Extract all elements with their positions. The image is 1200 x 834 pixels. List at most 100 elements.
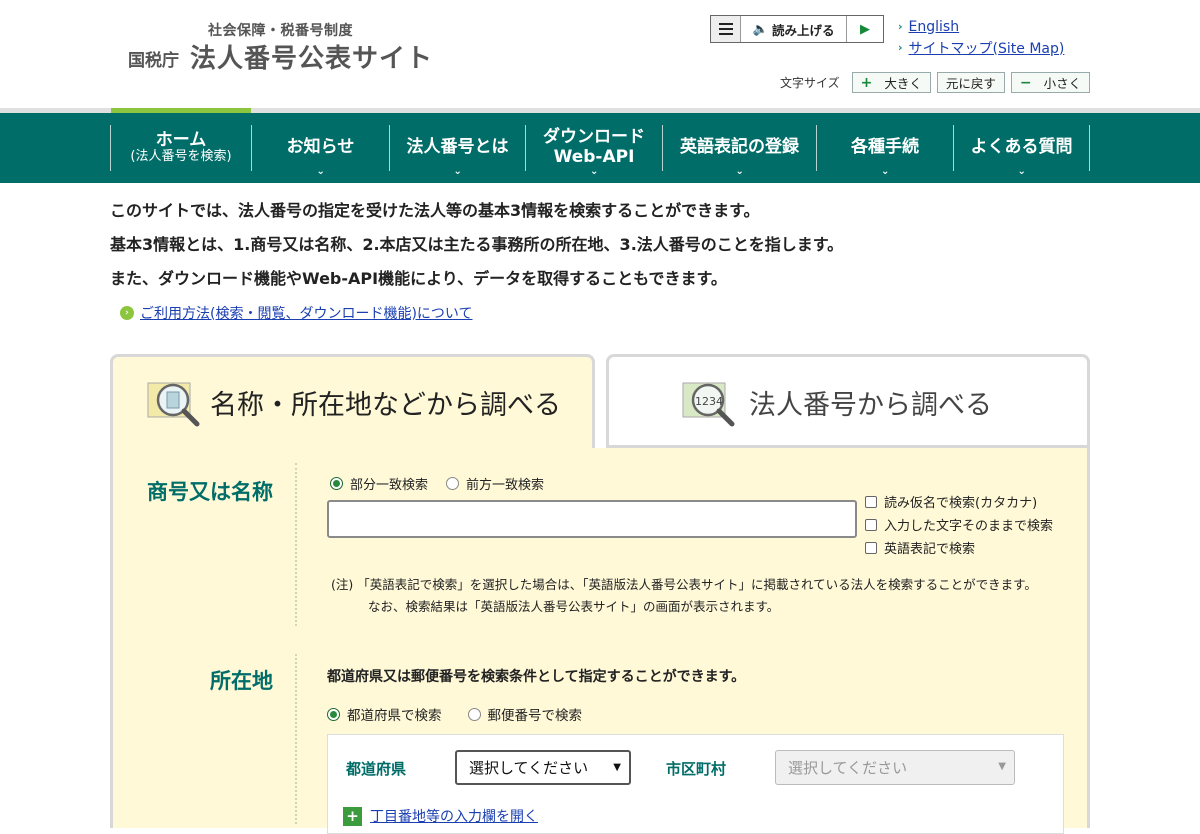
svg-text:1234: 1234 bbox=[695, 395, 723, 408]
speaker-icon: 🔈 bbox=[752, 21, 769, 36]
city-select[interactable]: 選択してください ▼ bbox=[775, 750, 1015, 785]
chevron-down-icon: ⌄ bbox=[735, 166, 744, 177]
site-header: 社会保障・税番号制度 国税庁 法人番号公表サイト 🔈 読み上げる ▶ › Engl… bbox=[0, 0, 1200, 108]
english-link[interactable]: English bbox=[909, 19, 960, 35]
address-description: 都道府県又は郵便番号を検索条件として指定することができます。 bbox=[327, 669, 746, 685]
chevron-right-icon: › bbox=[898, 20, 903, 33]
chevron-down-icon: ⌄ bbox=[590, 166, 599, 177]
nav-faq-label: よくある質問 bbox=[970, 137, 1073, 158]
sitemap-link[interactable]: サイトマップ(Site Map) bbox=[909, 38, 1065, 58]
note-line: 「英語表記で検索」を選択した場合は、「英語版法人番号公表サイト」に掲載されている… bbox=[357, 577, 1037, 592]
zip-radio-label[interactable]: 郵便番号で検索 bbox=[488, 704, 583, 724]
magnifier-number-icon: 1234 bbox=[682, 382, 735, 427]
nav-home-sublabel: (法人番号を検索) bbox=[130, 149, 232, 165]
note-prefix: (注) bbox=[331, 577, 354, 592]
play-icon[interactable]: ▶ bbox=[847, 16, 883, 42]
nav-news[interactable]: お知らせ ⌄ bbox=[251, 125, 389, 177]
city-label: 市区町村 bbox=[666, 760, 727, 778]
font-size-controls: 文字サイズ + 大きく 元に戻す − 小さく bbox=[780, 72, 1091, 93]
read-aloud-button[interactable]: 🔈 読み上げる bbox=[741, 16, 847, 42]
global-nav: ホーム (法人番号を検索) お知らせ ⌄ 法人番号とは ⌄ ダウンロード Web… bbox=[0, 113, 1200, 183]
english-search-note: (注) 「英語表記で検索」を選択した場合は、「英語版法人番号公表サイト」に掲載さ… bbox=[331, 574, 1037, 618]
prefecture-label: 都道府県 bbox=[346, 760, 407, 778]
tab-number-search[interactable]: 1234 法人番号から調べる bbox=[606, 354, 1090, 448]
nav-download-sublabel: Web-API bbox=[553, 147, 635, 167]
chevron-down-icon: ⌄ bbox=[1017, 166, 1026, 177]
nav-home[interactable]: ホーム (法人番号を検索) bbox=[110, 125, 251, 171]
exact-checkbox-label[interactable]: 入力した文字そのままで検索 bbox=[884, 515, 1053, 534]
tab-name-search-label: 名称・所在地などから調べる bbox=[210, 390, 561, 421]
logo-subtitle: 社会保障・税番号制度 bbox=[208, 23, 353, 39]
nav-about-label: 法人番号とは bbox=[406, 137, 509, 158]
chevron-right-icon: › bbox=[898, 41, 903, 54]
tab-number-search-label: 法人番号から調べる bbox=[749, 390, 992, 421]
nav-about[interactable]: 法人番号とは ⌄ bbox=[389, 125, 525, 177]
logo-title[interactable]: 法人番号公表サイト bbox=[190, 38, 433, 75]
font-bigger-button[interactable]: + 大きく bbox=[851, 72, 931, 93]
nav-faq[interactable]: よくある質問 ⌄ bbox=[953, 125, 1090, 177]
logo-agency[interactable]: 国税庁 bbox=[128, 46, 179, 71]
font-bigger-label: 大きく bbox=[884, 76, 922, 91]
note-line: なお、検索結果は「英語版法人番号公表サイト」の画面が表示されます。 bbox=[368, 599, 780, 614]
tab-name-search[interactable]: 名称・所在地などから調べる bbox=[110, 354, 595, 454]
zip-radio[interactable] bbox=[467, 707, 481, 721]
magnifier-building-icon bbox=[147, 382, 200, 427]
prefecture-select-value: 選択してください bbox=[469, 759, 589, 777]
font-reset-label: 元に戻す bbox=[945, 76, 996, 91]
chevron-down-icon: ⌄ bbox=[453, 166, 462, 177]
section-divider bbox=[295, 654, 297, 824]
usage-guide: › ご利用方法(検索・閲覧、ダウンロード機能)について bbox=[120, 303, 473, 323]
nav-procedures-label: 各種手続 bbox=[851, 137, 919, 158]
chevron-down-icon: ▼ bbox=[613, 762, 621, 773]
nav-english[interactable]: 英語表記の登録 ⌄ bbox=[662, 125, 816, 177]
chevron-down-icon: ⌄ bbox=[881, 166, 890, 177]
font-smaller-button[interactable]: − 小さく bbox=[1010, 72, 1091, 93]
city-select-value: 選択してください bbox=[788, 759, 908, 777]
prefix-match-radio[interactable] bbox=[446, 477, 460, 490]
open-address-detail[interactable]: + 丁目番地等の入力欄を開く bbox=[343, 806, 538, 826]
menu-icon[interactable] bbox=[711, 16, 741, 42]
plus-icon: + bbox=[343, 806, 362, 826]
search-options: 読み仮名で検索(カタカナ) 入力した文字そのままで検索 英語表記で検索 bbox=[865, 490, 1053, 559]
font-reset-button[interactable]: 元に戻す bbox=[936, 72, 1005, 93]
read-aloud-label: 読み上げる bbox=[772, 22, 835, 38]
english-checkbox-label[interactable]: 英語表記で検索 bbox=[884, 538, 975, 557]
name-section-label: 商号又は名称 bbox=[147, 480, 273, 504]
chevron-down-icon: ▼ bbox=[998, 761, 1006, 772]
address-type-radios: 都道府県で検索 郵便番号で検索 bbox=[327, 704, 582, 724]
name-search-input[interactable] bbox=[327, 500, 857, 538]
nav-download[interactable]: ダウンロード Web-API ⌄ bbox=[525, 125, 662, 177]
usage-guide-link[interactable]: ご利用方法(検索・閲覧、ダウンロード機能)について bbox=[140, 303, 473, 323]
intro-line: 基本3情報とは、1.商号又は名称、2.本店又は主たる事務所の所在地、3.法人番号… bbox=[110, 235, 844, 254]
intro-text: このサイトでは、法人番号の指定を受けた法人等の基本3情報を検索することができます… bbox=[110, 199, 843, 301]
nav-news-label: お知らせ bbox=[286, 137, 355, 158]
nav-download-label: ダウンロード bbox=[543, 127, 645, 148]
read-aloud-bar: 🔈 読み上げる ▶ bbox=[710, 15, 884, 43]
nav-home-label: ホーム bbox=[155, 129, 207, 150]
prefecture-select[interactable]: 選択してください ▼ bbox=[455, 750, 631, 785]
prefix-match-label[interactable]: 前方一致検索 bbox=[466, 474, 544, 493]
english-checkbox[interactable] bbox=[865, 541, 877, 554]
chevron-down-icon: ⌄ bbox=[316, 166, 325, 177]
nav-procedures[interactable]: 各種手続 ⌄ bbox=[816, 125, 953, 177]
address-section-label: 所在地 bbox=[210, 669, 273, 693]
font-size-label: 文字サイズ bbox=[780, 76, 840, 90]
intro-line: このサイトでは、法人番号の指定を受けた法人等の基本3情報を検索することができます… bbox=[110, 201, 760, 220]
partial-match-label[interactable]: 部分一致検索 bbox=[350, 474, 428, 493]
kana-checkbox-label[interactable]: 読み仮名で検索(カタカナ) bbox=[884, 492, 1037, 511]
section-divider bbox=[295, 463, 297, 626]
intro-line: また、ダウンロード機能やWeb-API機能により、データを取得することもできます… bbox=[110, 269, 727, 288]
font-smaller-label: 小さく bbox=[1043, 76, 1082, 91]
match-type-radios: 部分一致検索 前方一致検索 bbox=[330, 474, 544, 493]
kana-checkbox[interactable] bbox=[865, 495, 877, 508]
exact-checkbox[interactable] bbox=[865, 518, 877, 531]
open-address-detail-link[interactable]: 丁目番地等の入力欄を開く bbox=[370, 806, 538, 826]
plus-icon: + bbox=[860, 74, 873, 91]
prefecture-radio-label[interactable]: 都道府県で検索 bbox=[347, 704, 442, 724]
minus-icon: − bbox=[1019, 74, 1032, 91]
arrow-circle-icon: › bbox=[120, 306, 134, 320]
prefecture-radio[interactable] bbox=[327, 707, 340, 721]
partial-match-radio[interactable] bbox=[330, 477, 343, 490]
nav-english-label: 英語表記の登録 bbox=[680, 137, 799, 158]
header-links: › English › サイトマップ(Site Map) bbox=[898, 16, 1064, 58]
